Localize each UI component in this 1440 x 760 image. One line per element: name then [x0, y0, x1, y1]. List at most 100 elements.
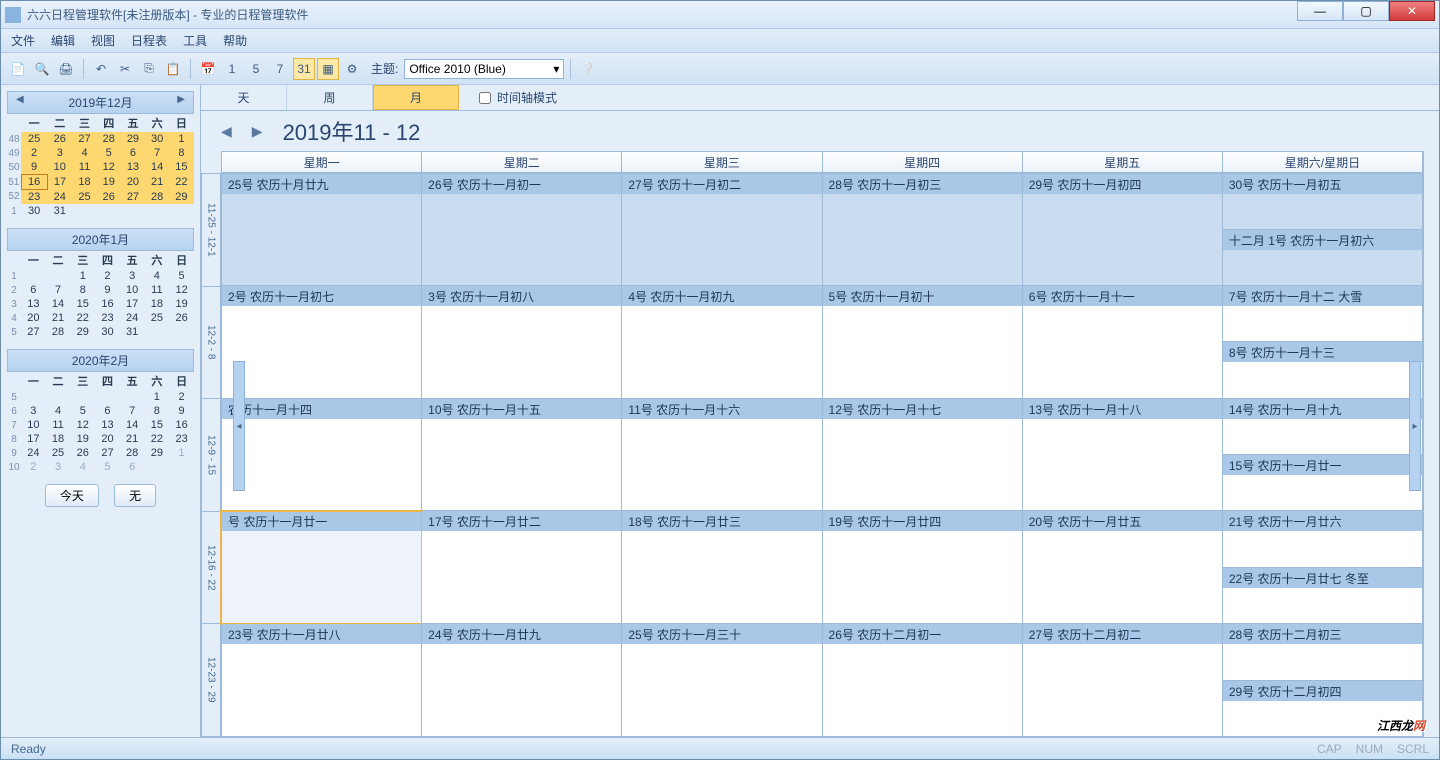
mini-cal-day[interactable]: 7: [120, 404, 145, 418]
mini-cal-day[interactable]: 28: [145, 190, 169, 205]
mini-cal-day[interactable]: 20: [21, 311, 46, 325]
mini-cal-day[interactable]: 31: [47, 204, 72, 218]
mini-cal-day[interactable]: 6: [21, 283, 46, 297]
next-month-icon[interactable]: ▶: [177, 94, 185, 105]
day-cell[interactable]: 26号 农历十一月初一: [422, 173, 622, 286]
print-icon[interactable]: 🖨: [55, 58, 77, 80]
mini-cal-day[interactable]: [120, 390, 145, 404]
day-cell[interactable]: 29号 农历十一月初四: [1023, 173, 1223, 286]
mini-cal-day[interactable]: 21: [120, 432, 145, 446]
mini-cal-day[interactable]: 23: [95, 311, 120, 325]
timeline-mode[interactable]: 时间轴模式: [479, 85, 557, 110]
day-cell[interactable]: 28号 农历十一月初三: [823, 173, 1023, 286]
mini-cal-day[interactable]: [145, 204, 169, 218]
day-cell[interactable]: 号 农历十一月廿一: [221, 511, 422, 624]
mini-cal-day[interactable]: 2: [21, 460, 46, 474]
mini-cal-day[interactable]: 17: [47, 175, 72, 190]
none-button[interactable]: 无: [114, 484, 156, 507]
mini-cal-day[interactable]: 5: [95, 460, 120, 474]
view5-icon[interactable]: 5: [245, 58, 267, 80]
mini-cal-day[interactable]: 12: [97, 160, 121, 175]
mini-cal-day[interactable]: 10: [47, 160, 72, 175]
day-cell[interactable]: 4号 农历十一月初九: [622, 286, 822, 399]
mini-cal-day[interactable]: 19: [169, 297, 194, 311]
mini-cal-day[interactable]: 28: [97, 132, 121, 146]
mini-cal-day[interactable]: 12: [169, 283, 194, 297]
right-flap[interactable]: ▸: [1409, 361, 1421, 491]
mini-cal-day[interactable]: 1: [145, 390, 170, 404]
minimize-button[interactable]: —: [1297, 1, 1343, 21]
prev-month-icon[interactable]: ◀: [16, 94, 24, 105]
weekend-cell[interactable]: 14号 农历十一月十九15号 农历十一月廿一: [1223, 399, 1423, 512]
mini-cal-day[interactable]: 30: [95, 325, 120, 339]
mini-cal-day[interactable]: 11: [46, 418, 71, 432]
mini-cal-day[interactable]: 13: [21, 297, 46, 311]
menu-file[interactable]: 文件: [11, 32, 35, 49]
mini-cal-day[interactable]: 4: [70, 460, 95, 474]
mini-cal-day[interactable]: 21: [145, 175, 169, 190]
menu-view[interactable]: 视图: [91, 32, 115, 49]
mini-cal-day[interactable]: 4: [145, 269, 170, 283]
mini-cal-header[interactable]: ◀2019年12月▶: [7, 91, 194, 114]
mini-cal-day[interactable]: 6: [95, 404, 120, 418]
day-cell[interactable]: 11号 农历十一月十六: [622, 399, 822, 512]
mini-cal-day[interactable]: 22: [70, 311, 95, 325]
day-cell[interactable]: 26号 农历十二月初一: [823, 624, 1023, 737]
mini-cal-day[interactable]: 14: [145, 160, 169, 175]
day-cell[interactable]: 13号 农历十一月十八: [1023, 399, 1223, 512]
mini-cal-day[interactable]: 23: [169, 432, 194, 446]
mini-cal-day[interactable]: 28: [120, 446, 145, 460]
mini-cal-day[interactable]: 26: [47, 132, 72, 146]
timeline-checkbox[interactable]: [479, 92, 491, 104]
view7-icon[interactable]: 7: [269, 58, 291, 80]
calendar-icon[interactable]: 📅: [197, 58, 219, 80]
day-cell[interactable]: 12号 农历十一月十七: [823, 399, 1023, 512]
day-cell[interactable]: 20号 农历十一月廿五: [1023, 511, 1223, 624]
mini-cal-day[interactable]: 12: [70, 418, 95, 432]
mini-cal-day[interactable]: 21: [46, 311, 71, 325]
mini-cal-day[interactable]: 15: [70, 297, 95, 311]
mini-cal-day[interactable]: [169, 460, 194, 474]
view1-icon[interactable]: 1: [221, 58, 243, 80]
mini-cal-day[interactable]: 29: [145, 446, 170, 460]
mini-cal-day[interactable]: 8: [169, 146, 193, 160]
mini-cal-day[interactable]: 25: [21, 132, 47, 146]
mini-cal-day[interactable]: 16: [95, 297, 120, 311]
prev-arrow-icon[interactable]: ◀: [221, 123, 232, 140]
mini-cal-day[interactable]: 1: [169, 132, 193, 146]
mini-cal-day[interactable]: 26: [97, 190, 121, 205]
mini-cal-day[interactable]: 13: [95, 418, 120, 432]
mini-cal-day[interactable]: 29: [169, 190, 193, 205]
mini-cal-day[interactable]: 3: [120, 269, 145, 283]
mini-cal-day[interactable]: 31: [120, 325, 145, 339]
mini-cal-day[interactable]: 4: [46, 404, 71, 418]
mini-cal-day[interactable]: 15: [169, 160, 193, 175]
mini-cal-day[interactable]: 5: [70, 404, 95, 418]
mini-cal-day[interactable]: 27: [95, 446, 120, 460]
mini-cal-day[interactable]: 1: [70, 269, 95, 283]
mini-cal-day[interactable]: 29: [121, 132, 145, 146]
mini-cal-day[interactable]: 22: [145, 432, 170, 446]
mini-cal-day[interactable]: 19: [97, 175, 121, 190]
mini-cal-day[interactable]: 24: [21, 446, 46, 460]
mini-cal-day[interactable]: 27: [72, 132, 96, 146]
today-button[interactable]: 今天: [45, 484, 99, 507]
day-cell[interactable]: 3号 农历十一月初八: [422, 286, 622, 399]
mini-cal-day[interactable]: 25: [72, 190, 96, 205]
mini-cal-day[interactable]: 24: [120, 311, 145, 325]
menu-edit[interactable]: 编辑: [51, 32, 75, 49]
mini-cal-day[interactable]: 2: [169, 390, 194, 404]
mini-cal-day[interactable]: 5: [97, 146, 121, 160]
help-icon[interactable]: ❔: [577, 58, 599, 80]
mini-cal-day[interactable]: 26: [169, 311, 194, 325]
mini-cal-day[interactable]: 3: [21, 404, 46, 418]
tab-week[interactable]: 周: [287, 85, 373, 110]
mini-cal-day[interactable]: 20: [121, 175, 145, 190]
day-cell[interactable]: 25号 农历十月廿九: [221, 173, 422, 286]
day-cell[interactable]: 24号 农历十一月廿九: [422, 624, 622, 737]
mini-cal-day[interactable]: 14: [46, 297, 71, 311]
mini-cal-day[interactable]: 17: [120, 297, 145, 311]
mini-cal-day[interactable]: [46, 390, 71, 404]
mini-cal-day[interactable]: 17: [21, 432, 46, 446]
mini-cal-day[interactable]: 14: [120, 418, 145, 432]
